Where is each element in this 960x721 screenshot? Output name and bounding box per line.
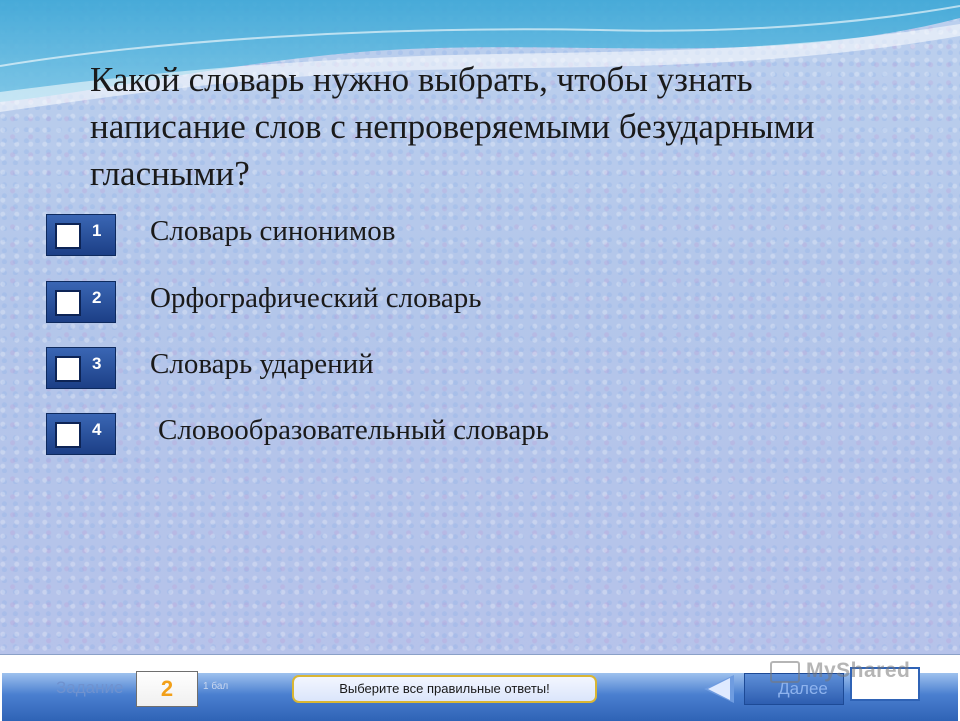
instruction-box: Выберите все правильные ответы!: [292, 675, 597, 703]
checkbox-square-icon: [55, 356, 81, 382]
answer-option-1[interactable]: 1 Словарь синонимов: [46, 214, 766, 258]
checkbox-square-icon: [55, 290, 81, 316]
answer-option-4[interactable]: 4 Словообразовательный словарь: [46, 413, 766, 457]
answer-checkbox-2[interactable]: 2: [46, 281, 116, 323]
question-line-2: написание слов с непроверяемыми безударн…: [90, 107, 815, 146]
back-arrow-icon[interactable]: [704, 675, 734, 703]
option-number-2: 2: [92, 288, 102, 307]
task-label: Задание: [56, 678, 124, 697]
bottom-navigation-bar: Задание 2 1 бал Выберите все правильные …: [0, 654, 960, 721]
answer-checkbox-3[interactable]: 3: [46, 347, 116, 389]
question-line-3: гласными?: [90, 154, 250, 193]
option-label-3: Словарь ударений: [150, 348, 374, 380]
option-label-2: Орфографический словарь: [150, 282, 482, 314]
option-number-1: 1: [92, 221, 102, 240]
option-number-3: 3: [92, 354, 102, 373]
answer-checkbox-4[interactable]: 4: [46, 413, 116, 455]
checkbox-square-icon: [55, 422, 81, 448]
watermark-logo-icon: [770, 661, 800, 683]
checkbox-square-icon: [55, 223, 81, 249]
points-label: 1 бал: [203, 681, 229, 692]
answer-checkbox-1[interactable]: 1: [46, 214, 116, 256]
task-number-box: 2: [136, 671, 198, 707]
option-number-4: 4: [92, 420, 102, 439]
option-label-4: Словообразовательный словарь: [158, 414, 549, 446]
option-label-1: Словарь синонимов: [150, 215, 396, 247]
watermark-text: MyShared: [806, 659, 911, 682]
answer-option-3[interactable]: 3 Словарь ударений: [46, 347, 766, 391]
question-line-1: Какой словарь нужно выбрать, чтобы узнат…: [90, 60, 753, 99]
answer-option-2[interactable]: 2 Орфографический словарь: [46, 281, 766, 325]
question-text: Какой словарь нужно выбрать, чтобы узнат…: [90, 56, 940, 197]
